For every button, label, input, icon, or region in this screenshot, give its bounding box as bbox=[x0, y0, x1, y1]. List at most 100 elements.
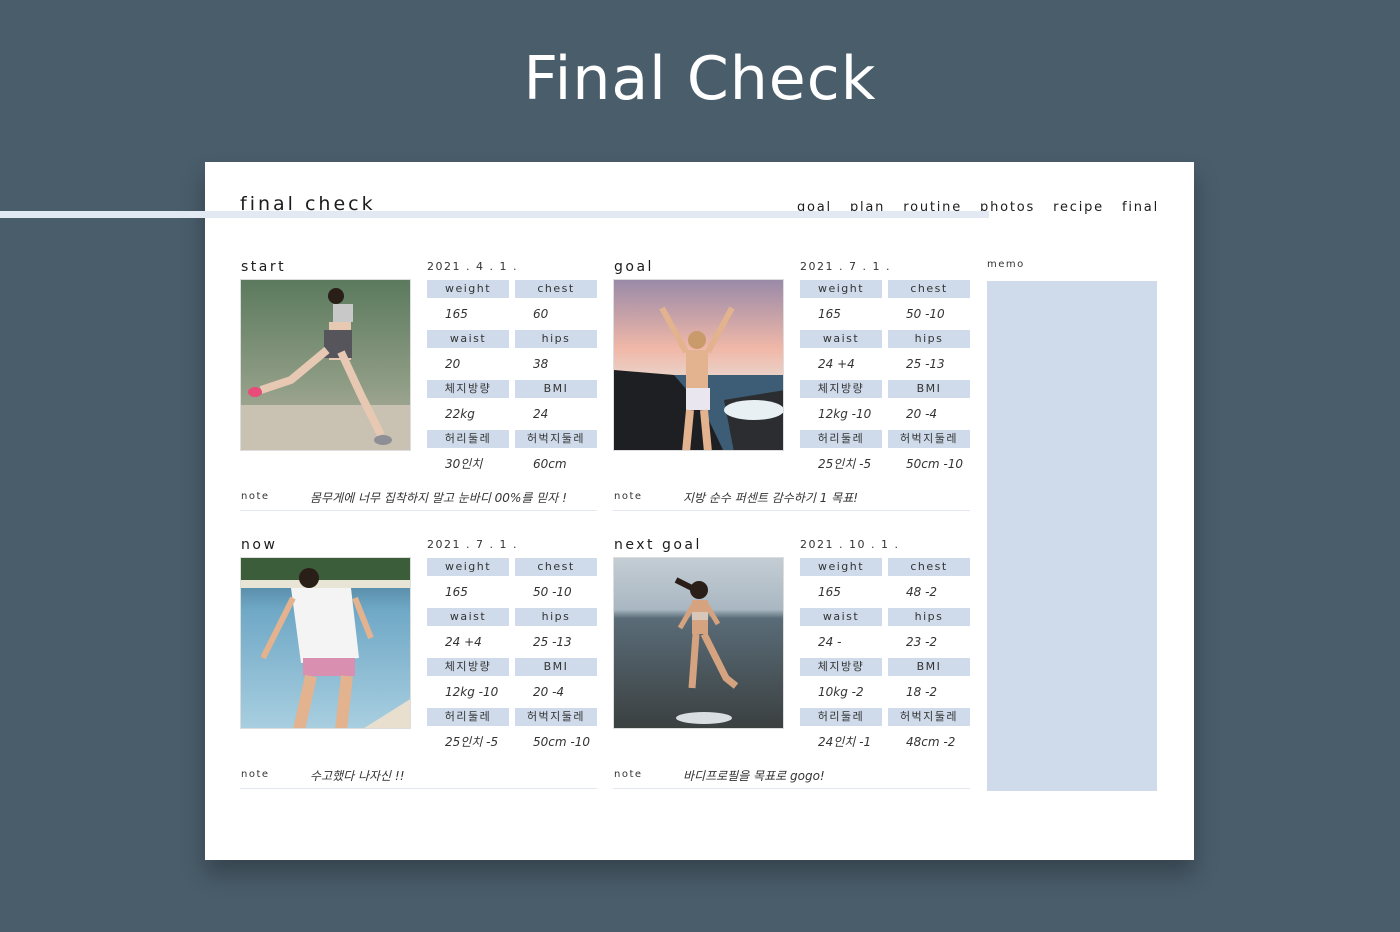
section-title: next goal bbox=[614, 537, 702, 553]
weight-label: weight bbox=[800, 280, 882, 298]
stats-grid: weight chest 165 50 -10 waist hips 24 +4 25 … bbox=[427, 558, 597, 758]
hips-label: hips bbox=[515, 608, 597, 626]
weight-value: 165 bbox=[445, 585, 468, 599]
chest-value: 60 bbox=[533, 307, 549, 321]
note-row: note 몸무게에 너무 집착하지 말고 눈바디 00%를 믿자 ! bbox=[240, 487, 597, 511]
waist-value: 24 - bbox=[818, 635, 842, 649]
chest-value: 50 -10 bbox=[906, 307, 945, 321]
stats-grid: weight chest 165 60 waist hips 20 38 체지방량 BMI… bbox=[427, 280, 597, 480]
goal-photo bbox=[613, 279, 784, 451]
body-fat-label: 체지방량 bbox=[427, 380, 509, 398]
note-row: note 바디프로필을 목표로 gogo! bbox=[613, 765, 970, 789]
section-date: 2021 . 10 . 1 . bbox=[800, 538, 900, 551]
weight-value: 165 bbox=[818, 585, 841, 599]
waist-value: 24 +4 bbox=[818, 357, 855, 371]
bmi-value: 18 -2 bbox=[906, 685, 938, 699]
note-label: note bbox=[241, 769, 270, 780]
chest-label: chest bbox=[515, 558, 597, 576]
thigh-circ-value: 48cm -2 bbox=[906, 735, 956, 749]
weight-label: weight bbox=[427, 280, 509, 298]
body-fat-value: 12kg -10 bbox=[818, 407, 872, 421]
section-start: start 2021 . 4 . 1 . weight chest 165 60 w… bbox=[240, 259, 600, 521]
section-date: 2021 . 7 . 1 . bbox=[427, 538, 518, 551]
section-title: now bbox=[241, 537, 278, 553]
waist-circ-value: 25인치 -5 bbox=[818, 457, 872, 471]
thigh-circ-label: 허벅지둘레 bbox=[515, 430, 597, 448]
nav-final[interactable]: final bbox=[1122, 200, 1159, 215]
hips-value: 23 -2 bbox=[906, 635, 938, 649]
waist-label: waist bbox=[427, 330, 509, 348]
body-fat-label: 체지방량 bbox=[800, 658, 882, 676]
bmi-label: BMI bbox=[515, 658, 597, 676]
stats-grid: weight chest 165 48 -2 waist hips 24 - 23 -2… bbox=[800, 558, 970, 758]
bmi-label: BMI bbox=[888, 380, 970, 398]
hips-label: hips bbox=[888, 330, 970, 348]
section-title: start bbox=[241, 259, 287, 275]
thigh-circ-value: 60cm bbox=[533, 457, 567, 471]
section-next-goal: next goal 2021 . 10 . 1 . weight chest 16… bbox=[613, 537, 973, 799]
note-label: note bbox=[614, 769, 643, 780]
hips-value: 25 -13 bbox=[533, 635, 572, 649]
body-fat-label: 체지방량 bbox=[427, 658, 509, 676]
weight-label: weight bbox=[800, 558, 882, 576]
note-text: 몸무게에 너무 집착하지 말고 눈바디 00%를 믿자 ! bbox=[310, 491, 567, 505]
waist-value: 20 bbox=[445, 357, 461, 371]
header-band bbox=[0, 211, 989, 218]
note-text: 수고했다 나자신 !! bbox=[310, 769, 405, 783]
bmi-label: BMI bbox=[515, 380, 597, 398]
hips-label: hips bbox=[888, 608, 970, 626]
waist-circ-value: 30인치 bbox=[445, 457, 483, 471]
thigh-circ-label: 허벅지둘레 bbox=[888, 430, 970, 448]
chest-value: 48 -2 bbox=[906, 585, 938, 599]
body-fat-label: 체지방량 bbox=[800, 380, 882, 398]
thigh-circ-value: 50cm -10 bbox=[533, 735, 590, 749]
chest-value: 50 -10 bbox=[533, 585, 572, 599]
section-goal: goal 2021 . 7 . 1 . weight chest 165 50 -1… bbox=[613, 259, 973, 521]
note-label: note bbox=[614, 491, 643, 502]
note-text: 지방 순수 퍼센트 감수하기 1 목표! bbox=[683, 491, 859, 505]
body-fat-value: 10kg -2 bbox=[818, 685, 864, 699]
note-label: note bbox=[241, 491, 270, 502]
bmi-value: 20 -4 bbox=[906, 407, 938, 421]
waist-label: waist bbox=[427, 608, 509, 626]
bmi-value: 24 bbox=[533, 407, 549, 421]
stats-grid: weight chest 165 50 -10 waist hips 24 +4 25 … bbox=[800, 280, 970, 480]
waist-circ-label: 허리둘레 bbox=[800, 708, 882, 726]
waist-circ-value: 24인치 -1 bbox=[818, 735, 872, 749]
thigh-circ-label: 허벅지둘레 bbox=[888, 708, 970, 726]
now-photo bbox=[240, 557, 411, 729]
body-fat-value: 22kg bbox=[445, 407, 475, 421]
section-date: 2021 . 4 . 1 . bbox=[427, 260, 518, 273]
waist-circ-label: 허리둘레 bbox=[800, 430, 882, 448]
weight-value: 165 bbox=[818, 307, 841, 321]
weight-label: weight bbox=[427, 558, 509, 576]
next-goal-photo bbox=[613, 557, 784, 729]
hips-value: 38 bbox=[533, 357, 549, 371]
note-row: note 수고했다 나자신 !! bbox=[240, 765, 597, 789]
waist-label: waist bbox=[800, 608, 882, 626]
hips-label: hips bbox=[515, 330, 597, 348]
planner-sheet: final check goal plan routine photos rec… bbox=[205, 162, 1194, 860]
note-text: 바디프로필을 목표로 gogo! bbox=[683, 769, 825, 783]
waist-circ-value: 25인치 -5 bbox=[445, 735, 499, 749]
note-row: note 지방 순수 퍼센트 감수하기 1 목표! bbox=[613, 487, 970, 511]
thigh-circ-value: 50cm -10 bbox=[906, 457, 963, 471]
chest-label: chest bbox=[515, 280, 597, 298]
thigh-circ-label: 허벅지둘레 bbox=[515, 708, 597, 726]
weight-value: 165 bbox=[445, 307, 468, 321]
memo-label: memo bbox=[987, 259, 1025, 270]
waist-value: 24 +4 bbox=[445, 635, 482, 649]
section-date: 2021 . 7 . 1 . bbox=[800, 260, 891, 273]
section-now: now 2021 . 7 . 1 . weight chest 165 50 -10… bbox=[240, 537, 600, 799]
page-title: Final Check bbox=[523, 44, 877, 114]
waist-circ-label: 허리둘레 bbox=[427, 430, 509, 448]
chest-label: chest bbox=[888, 558, 970, 576]
memo-box[interactable] bbox=[987, 281, 1157, 791]
waist-label: waist bbox=[800, 330, 882, 348]
nav-recipe[interactable]: recipe bbox=[1053, 200, 1104, 215]
bmi-label: BMI bbox=[888, 658, 970, 676]
section-title: goal bbox=[614, 259, 654, 275]
body-fat-value: 12kg -10 bbox=[445, 685, 499, 699]
waist-circ-label: 허리둘레 bbox=[427, 708, 509, 726]
chest-label: chest bbox=[888, 280, 970, 298]
